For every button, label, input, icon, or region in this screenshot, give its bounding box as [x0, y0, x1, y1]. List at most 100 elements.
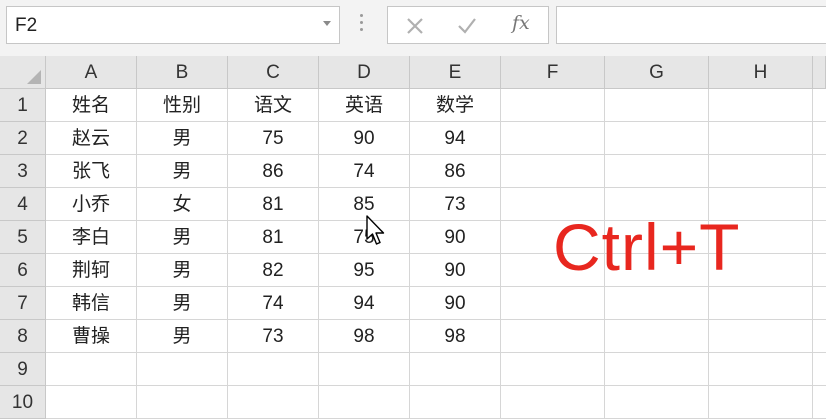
column-header-g[interactable]: G [605, 56, 709, 89]
cell-a7[interactable]: 韩信 [46, 287, 137, 320]
row-header-10[interactable]: 10 [0, 386, 46, 419]
cell-h10[interactable] [709, 386, 813, 419]
cell-filler[interactable] [813, 89, 826, 122]
row-header-7[interactable]: 7 [0, 287, 46, 320]
cell-b8[interactable]: 男 [137, 320, 228, 353]
enter-check-icon[interactable] [452, 11, 482, 41]
cell-a6[interactable]: 荆轲 [46, 254, 137, 287]
cell-h8[interactable] [709, 320, 813, 353]
row-header-8[interactable]: 8 [0, 320, 46, 353]
more-vertical-icon[interactable] [360, 14, 364, 34]
cell-filler[interactable] [813, 287, 826, 320]
cell-c2[interactable]: 75 [228, 122, 319, 155]
cell-b1[interactable]: 性别 [137, 89, 228, 122]
cell-f3[interactable] [501, 155, 605, 188]
cell-h7[interactable] [709, 287, 813, 320]
row-header-3[interactable]: 3 [0, 155, 46, 188]
select-all-button[interactable] [0, 56, 46, 89]
column-header-f[interactable]: F [501, 56, 605, 89]
cell-d4[interactable]: 85 [319, 188, 410, 221]
cell-c8[interactable]: 73 [228, 320, 319, 353]
cell-b7[interactable]: 男 [137, 287, 228, 320]
cell-f10[interactable] [501, 386, 605, 419]
name-box-value[interactable]: F2 [15, 15, 37, 37]
cell-filler[interactable] [813, 188, 826, 221]
column-header-h[interactable]: H [709, 56, 813, 89]
cell-g8[interactable] [605, 320, 709, 353]
cell-e6[interactable]: 90 [410, 254, 501, 287]
cell-e3[interactable]: 86 [410, 155, 501, 188]
cell-b6[interactable]: 男 [137, 254, 228, 287]
column-header-c[interactable]: C [228, 56, 319, 89]
cell-filler[interactable] [813, 254, 826, 287]
column-header-d[interactable]: D [319, 56, 410, 89]
cell-g10[interactable] [605, 386, 709, 419]
cell-d6[interactable]: 95 [319, 254, 410, 287]
cell-c10[interactable] [228, 386, 319, 419]
cell-e9[interactable] [410, 353, 501, 386]
cell-filler[interactable] [813, 221, 826, 254]
cell-e7[interactable]: 90 [410, 287, 501, 320]
cell-e8[interactable]: 98 [410, 320, 501, 353]
row-header-9[interactable]: 9 [0, 353, 46, 386]
cell-a3[interactable]: 张飞 [46, 155, 137, 188]
cell-filler[interactable] [813, 155, 826, 188]
cell-h1[interactable] [709, 89, 813, 122]
cell-b3[interactable]: 男 [137, 155, 228, 188]
cancel-x-icon[interactable] [400, 11, 430, 41]
cell-a9[interactable] [46, 353, 137, 386]
cell-f7[interactable] [501, 287, 605, 320]
cell-d10[interactable] [319, 386, 410, 419]
cell-filler[interactable] [813, 353, 826, 386]
cell-a10[interactable] [46, 386, 137, 419]
cell-b5[interactable]: 男 [137, 221, 228, 254]
cell-b9[interactable] [137, 353, 228, 386]
cell-e4[interactable]: 73 [410, 188, 501, 221]
cell-filler[interactable] [813, 122, 826, 155]
cell-a4[interactable]: 小乔 [46, 188, 137, 221]
cell-g9[interactable] [605, 353, 709, 386]
cell-d5[interactable]: 75 [319, 221, 410, 254]
column-header-a[interactable]: A [46, 56, 137, 89]
row-header-1[interactable]: 1 [0, 89, 46, 122]
cell-d2[interactable]: 90 [319, 122, 410, 155]
cell-d3[interactable]: 74 [319, 155, 410, 188]
cell-g2[interactable] [605, 122, 709, 155]
cell-a2[interactable]: 赵云 [46, 122, 137, 155]
cell-b2[interactable]: 男 [137, 122, 228, 155]
cell-c1[interactable]: 语文 [228, 89, 319, 122]
dropdown-arrow-icon[interactable] [323, 21, 331, 26]
cell-a8[interactable]: 曹操 [46, 320, 137, 353]
insert-function-icon[interactable]: fx [512, 12, 530, 34]
row-header-5[interactable]: 5 [0, 221, 46, 254]
cell-filler[interactable] [813, 386, 826, 419]
cell-b10[interactable] [137, 386, 228, 419]
cell-a5[interactable]: 李白 [46, 221, 137, 254]
cell-h2[interactable] [709, 122, 813, 155]
cell-c3[interactable]: 86 [228, 155, 319, 188]
cell-d9[interactable] [319, 353, 410, 386]
cell-c4[interactable]: 81 [228, 188, 319, 221]
cell-a1[interactable]: 姓名 [46, 89, 137, 122]
cell-c7[interactable]: 74 [228, 287, 319, 320]
cell-f1[interactable] [501, 89, 605, 122]
row-header-6[interactable]: 6 [0, 254, 46, 287]
name-box[interactable]: F2 [6, 6, 340, 44]
cell-d1[interactable]: 英语 [319, 89, 410, 122]
cell-h3[interactable] [709, 155, 813, 188]
cell-f8[interactable] [501, 320, 605, 353]
cell-g3[interactable] [605, 155, 709, 188]
cell-f2[interactable] [501, 122, 605, 155]
cell-f9[interactable] [501, 353, 605, 386]
cell-b4[interactable]: 女 [137, 188, 228, 221]
cell-g1[interactable] [605, 89, 709, 122]
cell-c9[interactable] [228, 353, 319, 386]
cell-e2[interactable]: 94 [410, 122, 501, 155]
cell-e10[interactable] [410, 386, 501, 419]
cell-c5[interactable]: 81 [228, 221, 319, 254]
cell-c6[interactable]: 82 [228, 254, 319, 287]
cell-d7[interactable]: 94 [319, 287, 410, 320]
cell-e5[interactable]: 90 [410, 221, 501, 254]
formula-input[interactable] [556, 6, 826, 44]
cell-d8[interactable]: 98 [319, 320, 410, 353]
